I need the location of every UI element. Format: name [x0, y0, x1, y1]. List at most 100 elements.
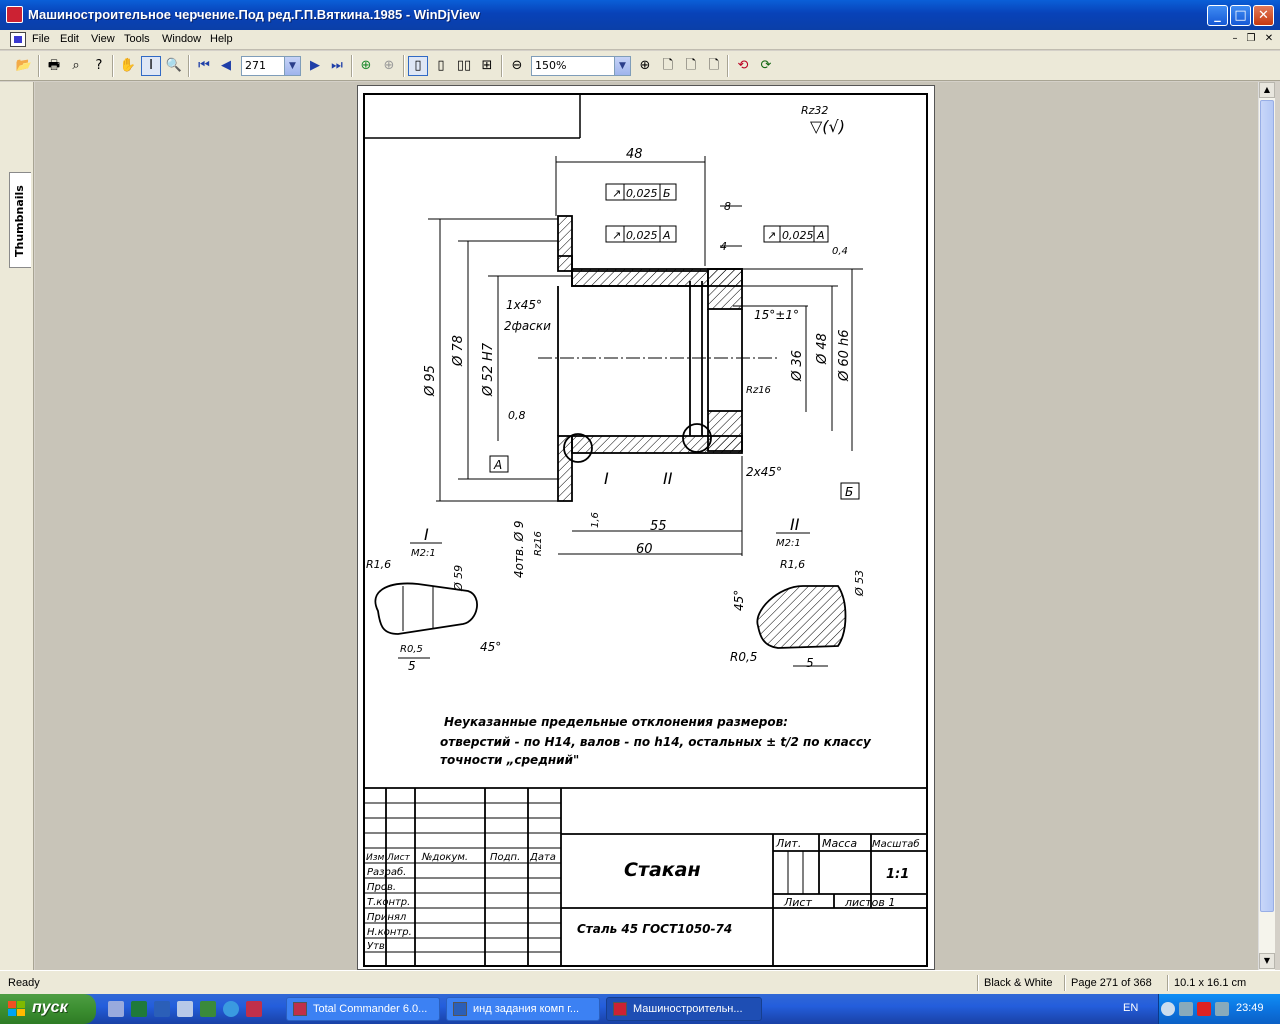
mdi-restore-icon[interactable]: ❐	[1244, 33, 1258, 46]
previous-page-icon[interactable]: ◀	[216, 56, 236, 76]
forward-icon[interactable]: ⊕	[379, 56, 399, 76]
rotate-right-icon[interactable]: ⟳	[756, 56, 776, 76]
roughness-04: 0,4	[832, 246, 848, 257]
menu-file[interactable]: File	[32, 33, 50, 45]
vertical-scrollbar[interactable]: ▲ ▼	[1258, 82, 1275, 970]
stamp-prov: Пров.	[367, 882, 396, 893]
stamp-lit: Лит.	[775, 837, 801, 850]
page-number-value: 271	[245, 59, 266, 72]
note-line-3: точности „средний"	[440, 753, 579, 767]
print-icon[interactable]: 🖶	[44, 56, 64, 76]
select-tool-icon[interactable]: I	[141, 56, 161, 76]
language-indicator[interactable]: EN	[1123, 1002, 1138, 1014]
first-page-icon[interactable]: ⏮	[194, 56, 214, 76]
tol1-ref: Б	[663, 187, 671, 200]
stamp-scale-value: 1:1	[886, 867, 909, 882]
angle-15: 15°±1°	[754, 308, 799, 322]
status-size: 10.1 x 16.1 cm	[1174, 977, 1247, 989]
dim-d52: Ø 52 H7	[481, 342, 496, 397]
mdi-minimize-icon[interactable]: –	[1228, 33, 1242, 46]
window-title: Машиностроительное черчение.Под ред.Г.П.…	[28, 7, 480, 22]
quicklaunch-icon[interactable]	[177, 1001, 193, 1017]
continuous-facing-icon[interactable]: ⊞	[477, 56, 497, 76]
maximize-button[interactable]: □	[1230, 5, 1251, 26]
word-icon[interactable]	[154, 1001, 170, 1017]
task-label: Total Commander 6.0...	[313, 1003, 428, 1015]
tab-thumbnails[interactable]: Thumbnails	[9, 172, 31, 268]
task-windjview[interactable]: Машиностроительн...	[606, 997, 762, 1021]
document-page[interactable]: Rz32 ▽(√) 48 8 4 ↗ 0,025 Б ↗ 0,025 А ↗ 0…	[357, 85, 935, 970]
clock[interactable]: 23:49	[1236, 1002, 1264, 1014]
task-total-commander[interactable]: Total Commander 6.0...	[286, 997, 440, 1021]
page-number-input[interactable]: 271 ▼	[241, 56, 301, 76]
facing-pages-icon[interactable]: ▯▯	[454, 56, 474, 76]
stamp-massa: Масса	[822, 837, 857, 850]
zoom-select[interactable]: 150% ▼	[531, 56, 631, 76]
zoom-value: 150%	[535, 59, 567, 72]
antivirus-icon[interactable]	[1197, 1002, 1211, 1016]
minimize-button[interactable]: _	[1207, 5, 1228, 26]
network-icon[interactable]	[1179, 1002, 1193, 1016]
status-page: Page 271 of 368	[1071, 977, 1152, 989]
single-page-icon[interactable]: ▯	[408, 56, 428, 76]
chevron-down-icon[interactable]: ▼	[614, 57, 630, 75]
menu-window[interactable]: Window	[162, 33, 201, 45]
fit-page-icon[interactable]: 🗋	[658, 56, 678, 76]
help-icon[interactable]: ?	[89, 56, 109, 76]
stamp-date: Дата	[529, 852, 556, 863]
detail2-angle: 45°	[732, 590, 746, 611]
note-line-2: отверстий - по Н14, валов - по h14, оста…	[440, 735, 872, 749]
menu-edit[interactable]: Edit	[60, 33, 79, 45]
tray-expand-icon[interactable]	[1161, 1002, 1175, 1016]
dim-55: 55	[650, 519, 667, 534]
zoom-in-icon[interactable]: ⊕	[635, 56, 655, 76]
hand-tool-icon[interactable]: ✋	[118, 56, 138, 76]
back-icon[interactable]: ⊕	[356, 56, 376, 76]
quicklaunch-icon[interactable]	[246, 1001, 262, 1017]
detail1-r05: R0,5	[400, 644, 423, 655]
sidebar: Thumbnails	[0, 82, 34, 970]
detail2-r16: R1,6	[780, 558, 805, 571]
actual-size-icon[interactable]: 🗋	[704, 56, 724, 76]
zoom-tool-icon[interactable]: 🔍	[164, 56, 184, 76]
scroll-up-icon[interactable]: ▲	[1259, 82, 1275, 98]
dim-4: 4	[720, 240, 727, 253]
last-page-icon[interactable]: ⏭	[327, 56, 347, 76]
document-icon[interactable]	[10, 32, 26, 47]
close-button[interactable]: ✕	[1253, 5, 1274, 26]
quicklaunch-icon[interactable]	[108, 1001, 124, 1017]
scroll-down-icon[interactable]: ▼	[1259, 953, 1275, 969]
view-label-2: II	[663, 469, 673, 488]
view-label-1: I	[604, 469, 609, 488]
network-icon[interactable]	[1215, 1002, 1229, 1016]
internet-explorer-icon[interactable]	[223, 1001, 239, 1017]
rotate-left-icon[interactable]: ⟲	[733, 56, 753, 76]
next-page-icon[interactable]: ▶	[305, 56, 325, 76]
stamp-list: Лист	[386, 853, 411, 863]
mdi-close-icon[interactable]: ✕	[1262, 33, 1276, 46]
continuous-icon[interactable]: ▯	[431, 56, 451, 76]
menu-view[interactable]: View	[91, 33, 115, 45]
find-icon[interactable]: ⌕	[66, 56, 86, 76]
tab-thumbnails-label: Thumbnails	[13, 185, 26, 257]
chevron-down-icon[interactable]: ▼	[284, 57, 300, 75]
stamp-utv: Утв.	[367, 941, 388, 952]
zoom-out-icon[interactable]: ⊖	[507, 56, 527, 76]
excel-icon[interactable]	[131, 1001, 147, 1017]
start-button[interactable]: пуск	[0, 994, 96, 1024]
menu-tools[interactable]: Tools	[124, 33, 150, 45]
app-icon[interactable]	[6, 6, 23, 23]
task-word-document[interactable]: инд задания комп г...	[446, 997, 600, 1021]
fit-width-icon[interactable]: 🗋	[681, 56, 701, 76]
title-bar[interactable]: Машиностроительное черчение.Под ред.Г.П.…	[0, 0, 1280, 30]
quicklaunch-icon[interactable]	[200, 1001, 216, 1017]
stamp-tkontr: Т.контр.	[367, 897, 410, 908]
stamp-izm: Изм	[366, 853, 385, 863]
scroll-thumb[interactable]	[1260, 100, 1274, 912]
menu-help[interactable]: Help	[210, 33, 233, 45]
roughness-16: 1,6	[590, 512, 601, 528]
note-line-1: Неуказанные предельные отклонения размер…	[444, 715, 788, 729]
open-icon[interactable]: 📂	[14, 56, 34, 76]
dim-d48: Ø 48	[815, 333, 830, 365]
detail1-r16: R1,6	[366, 558, 391, 571]
